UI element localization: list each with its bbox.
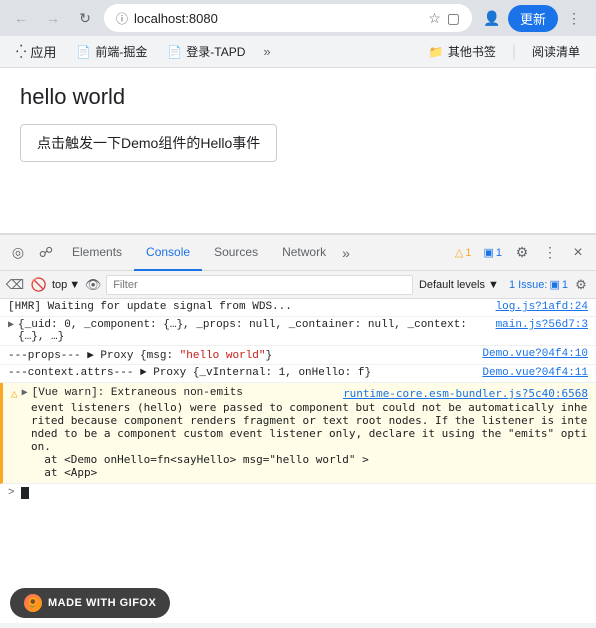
apps-label: 应用 xyxy=(30,42,56,61)
devtools-more-button[interactable]: ⋮ xyxy=(536,239,564,267)
console-line-warn: △ ▶ [Vue warn]: Extraneous non-emits run… xyxy=(0,383,596,484)
folder-icon: 📁 xyxy=(429,45,444,59)
context-arrow: ▼ xyxy=(69,279,80,291)
console-filter-button[interactable]: 🚫 xyxy=(28,274,50,296)
bookmark-icon: 📄 xyxy=(76,45,91,59)
props-source[interactable]: Demo.vue?04f4:10 xyxy=(482,348,588,360)
gifox-icon: 🌻 xyxy=(24,594,42,612)
issues-count: 1 xyxy=(562,279,568,291)
uid-text: {_uid: 0, _component: {…}, _props: null,… xyxy=(18,319,488,343)
profile-button[interactable]: 👤 xyxy=(478,4,506,32)
bookmarks-bar: ⁛ 应用 📄 前端-掘金 📄 登录-TAPD » 📁 其他书签 | 阅读清单 xyxy=(0,36,596,68)
tab-network-label: Network xyxy=(282,245,326,259)
console-line-context: ---context.attrs--- ► Proxy {_vInternal:… xyxy=(0,365,596,383)
devtools-device-button[interactable]: ☍ xyxy=(32,239,60,267)
console-line-props: ---props--- ▶ Proxy {msg: "hello world"}… xyxy=(0,346,596,365)
reading-label: 阅读清单 xyxy=(532,43,580,60)
bookmarks-more[interactable]: » xyxy=(257,40,276,63)
context-selector[interactable]: top ▼ xyxy=(52,279,80,291)
issues-label: 1 Issue: xyxy=(509,279,548,291)
reading-list[interactable]: 阅读清单 xyxy=(524,39,588,64)
menu-button[interactable]: ⋮ xyxy=(560,4,588,32)
cast-button[interactable]: ▢ xyxy=(447,10,460,27)
gifox-badge: 🌻 MADE WITH GIFOX xyxy=(10,588,170,618)
warn-icon: △ xyxy=(455,246,463,259)
context-source[interactable]: Demo.vue?04f4:11 xyxy=(482,367,588,379)
tab-sources[interactable]: Sources xyxy=(202,235,270,271)
warn-count: 1 xyxy=(465,247,471,259)
context-text: ---context.attrs--- ► Proxy {_vInternal:… xyxy=(8,367,474,379)
demo-button[interactable]: 点击触发一下Demo组件的Hello事件 xyxy=(20,124,277,162)
bookmark-label-2: 登录-TAPD xyxy=(186,43,245,60)
bookmark-qianduan[interactable]: 📄 前端-掘金 xyxy=(68,39,155,64)
warn-triangle-icon: △ xyxy=(11,387,18,401)
props-text: ---props--- ▶ Proxy {msg: "hello world"} xyxy=(8,348,474,362)
expand-uid-arrow[interactable]: ▶ xyxy=(8,319,14,331)
title-bar: ← → ↻ ⓘ localhost:8080 ☆ ▢ 👤 更新 ⋮ xyxy=(0,0,596,36)
devtools-tabs: ◎ ☍ Elements Console Sources Network » △… xyxy=(0,235,596,271)
vue-warn-at1: at <Demo onHello=fn<sayHello> msg="hello… xyxy=(11,453,588,466)
devtools-inspect-button[interactable]: ◎ xyxy=(4,239,32,267)
address-bar[interactable]: ⓘ localhost:8080 ☆ ▢ xyxy=(104,4,472,32)
devtools-close-button[interactable]: × xyxy=(564,239,592,267)
page-title: hello world xyxy=(20,84,576,110)
info-badge: ▣ 1 xyxy=(477,244,508,261)
levels-arrow: ▼ xyxy=(488,279,499,291)
info-count: 1 xyxy=(496,247,502,259)
tabs-more[interactable]: » xyxy=(338,245,354,261)
levels-label: Default levels xyxy=(419,279,485,291)
uid-source[interactable]: main.js?56d7:3 xyxy=(496,319,588,331)
console-clear-button[interactable]: ⌫ xyxy=(4,274,26,296)
context-label: top xyxy=(52,279,67,291)
star-button[interactable]: ☆ xyxy=(428,10,441,27)
page-content: hello world 点击触发一下Demo组件的Hello事件 xyxy=(0,68,596,233)
forward-button[interactable]: → xyxy=(40,5,66,31)
devtools-panel: ◎ ☍ Elements Console Sources Network » △… xyxy=(0,233,596,623)
tab-elements[interactable]: Elements xyxy=(60,235,134,271)
hmr-text: [HMR] Waiting for update signal from WDS… xyxy=(8,301,488,313)
other-bookmarks[interactable]: 📁 其他书签 xyxy=(421,39,504,64)
console-toolbar: ⌫ 🚫 top ▼ 👁 Default levels ▼ 1 Issue: ▣ … xyxy=(0,271,596,299)
tab-sources-label: Sources xyxy=(214,245,258,259)
hmr-source[interactable]: log.js?1afd:24 xyxy=(496,301,588,313)
other-bookmarks-label: 其他书签 xyxy=(448,43,496,60)
back-button[interactable]: ← xyxy=(8,5,34,31)
apps-bookmark[interactable]: ⁛ 应用 xyxy=(8,38,64,65)
toolbar-actions: 👤 更新 ⋮ xyxy=(478,4,588,32)
update-button[interactable]: 更新 xyxy=(508,5,558,32)
console-input-line[interactable]: > xyxy=(0,484,596,502)
warn-source[interactable]: runtime-core.esm-bundler.js?5c40:6568 xyxy=(343,387,588,400)
tab-console[interactable]: Console xyxy=(134,235,202,271)
console-prompt: > xyxy=(8,487,15,499)
console-cursor xyxy=(21,487,29,499)
warn-expand-arrow[interactable]: ▶ xyxy=(22,387,28,399)
reload-button[interactable]: ↻ xyxy=(72,5,98,31)
bookmark-tapd[interactable]: 📄 登录-TAPD xyxy=(159,39,253,64)
tab-network[interactable]: Network xyxy=(270,235,338,271)
vue-warn-first: [Vue warn]: Extraneous non-emits xyxy=(32,387,339,399)
tab-elements-label: Elements xyxy=(72,245,122,259)
console-eye-button[interactable]: 👁 xyxy=(82,274,104,296)
gifox-label: MADE WITH GIFOX xyxy=(48,597,156,609)
info-icon: ▣ xyxy=(483,246,493,259)
filter-input[interactable] xyxy=(106,275,413,295)
url-text: localhost:8080 xyxy=(134,11,422,26)
lock-icon: ⓘ xyxy=(116,10,128,27)
console-line-uid: ▶ {_uid: 0, _component: {…}, _props: nul… xyxy=(0,317,596,346)
console-output: [HMR] Waiting for update signal from WDS… xyxy=(0,299,596,623)
apps-grid-icon: ⁛ xyxy=(16,44,26,60)
bookmark-icon-2: 📄 xyxy=(167,45,182,59)
issues-badge[interactable]: 1 Issue: ▣ 1 xyxy=(509,278,568,291)
console-settings-button[interactable]: ⚙ xyxy=(570,274,592,296)
tab-console-label: Console xyxy=(146,245,190,259)
bookmark-label: 前端-掘金 xyxy=(95,43,147,60)
levels-select[interactable]: Default levels ▼ xyxy=(415,279,503,291)
issues-icon: ▣ xyxy=(549,278,559,291)
console-line-hmr: [HMR] Waiting for update signal from WDS… xyxy=(0,299,596,317)
vue-warn-at2: at <App> xyxy=(11,466,588,479)
vue-warn-body: event listeners (hello) were passed to c… xyxy=(11,401,588,453)
devtools-settings-button[interactable]: ⚙ xyxy=(508,239,536,267)
warn-badge: △ 1 xyxy=(449,244,478,261)
